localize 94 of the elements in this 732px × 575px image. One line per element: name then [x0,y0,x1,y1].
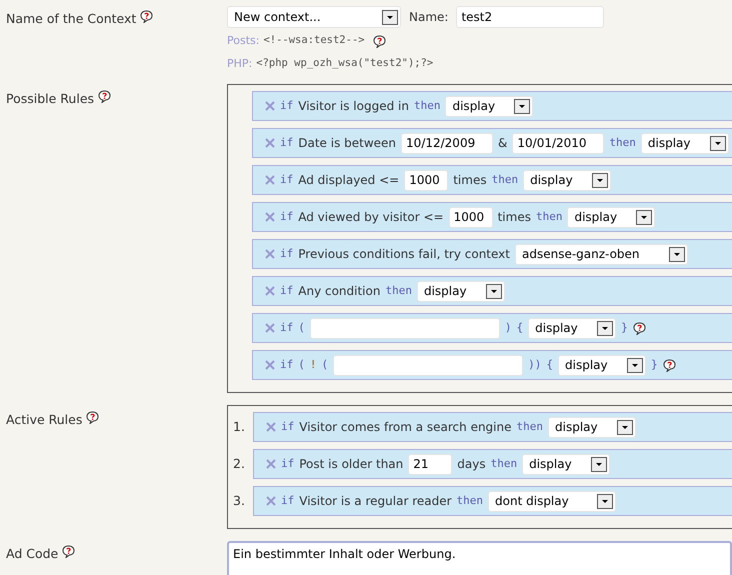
code-keyword: then [414,98,440,114]
rule-text: times [498,209,531,226]
code-snippet: <?php wp_ozh_wsa("test2");?> [256,56,434,71]
code-operator: ! [310,356,316,373]
code-keyword: then [609,134,636,151]
help-icon[interactable] [662,358,676,372]
input-field[interactable] [310,318,500,338]
code-keyword: ( [298,320,305,336]
code-keyword: if [280,134,294,151]
caret-icon[interactable] [636,210,652,224]
rule-number: 1. [232,418,246,436]
field-label: PHP: [227,56,252,72]
rule-text: Post is older than [299,456,404,473]
dropdown[interactable]: display [445,96,534,116]
dropdown[interactable]: display [567,206,656,228]
help-icon[interactable] [140,10,154,23]
code-keyword: ( [322,356,328,373]
field-label: Posts: [227,33,260,49]
dropdown[interactable]: display [528,318,616,338]
rule-text: Ad displayed <= [298,172,400,189]
code-keyword: } [621,320,628,336]
dropdown[interactable]: New context... [227,6,401,28]
code-keyword: then [385,282,412,299]
input-field[interactable]: 21 [408,454,452,474]
dropdown[interactable]: display [523,170,612,190]
caret-icon[interactable] [668,246,685,262]
help-icon[interactable] [62,545,76,558]
dropdown[interactable]: display [640,132,729,154]
field-label: Name: [409,9,448,26]
caret-icon[interactable] [597,320,614,336]
field-label: Name of the Context [6,10,136,28]
code-keyword: if [280,246,294,262]
caret-icon[interactable] [592,172,608,188]
input-field[interactable]: test2 [456,6,604,28]
code-keyword: if [280,208,294,225]
field-label: Ad Code [6,545,58,563]
code-keyword: then [516,418,543,435]
caret-icon[interactable] [627,358,643,372]
code-keyword: ( [298,356,305,373]
rule-text: Visitor is logged in [298,98,409,115]
help-icon[interactable] [86,411,100,424]
caret-icon[interactable] [617,420,633,434]
caret-icon[interactable] [514,98,530,114]
code-keyword: if [281,456,294,472]
text-area[interactable]: Ein bestimmter Inhalt oder Werbung. [227,541,732,575]
code-keyword: if [280,98,294,114]
input-field[interactable]: 10/12/2009 [401,132,494,154]
code-keyword: then [456,492,484,509]
help-icon[interactable] [372,34,386,48]
field-label: Possible Rules [6,90,94,108]
rule-number: 3. [232,492,246,510]
caret-icon[interactable] [597,494,614,508]
rule-text: & [498,135,508,152]
dropdown[interactable]: display [558,354,646,376]
code-keyword: } [651,356,658,373]
rule-text: times [453,172,487,189]
field-label: Active Rules [6,411,82,429]
dropdown[interactable]: display [522,454,610,474]
code-snippet: <!--wsa:test2--> [263,33,365,48]
rule-text: Visitor is a regular reader [299,493,452,510]
rule-text: Visitor comes from a search engine [299,419,512,436]
rule-text: Any condition [298,283,380,300]
help-icon[interactable] [98,90,112,103]
dropdown[interactable]: dont display [488,490,616,512]
code-keyword: { [516,320,524,336]
code-keyword: if [280,356,294,373]
dropdown[interactable]: display [548,416,636,438]
rule-text: days [457,456,486,473]
rule-text: Previous conditions fail, try context [298,246,510,263]
caret-icon[interactable] [591,456,608,472]
input-field[interactable] [333,354,524,376]
code-keyword: then [536,208,562,225]
rule-text: Ad viewed by visitor <= [298,209,444,226]
code-keyword: { [546,356,553,373]
dropdown[interactable]: display [416,280,505,302]
input-field[interactable]: 1000 [404,170,448,190]
code-keyword: ) [504,320,512,336]
code-keyword: then [490,456,518,472]
dropdown[interactable]: adsense-ganz-oben [514,244,688,264]
code-keyword: )) [528,356,542,373]
code-keyword: then [492,172,518,188]
help-icon[interactable] [632,322,646,334]
code-keyword: if [280,320,294,336]
caret-icon[interactable] [382,10,398,24]
rule-text: Date is between [298,135,396,152]
code-keyword: if [280,282,294,299]
code-keyword: if [281,492,294,509]
input-field[interactable]: 1000 [448,206,493,228]
caret-icon[interactable] [710,136,726,150]
code-keyword: if [281,418,294,435]
code-keyword: if [280,172,294,188]
input-field[interactable]: 10/01/2010 [512,132,604,154]
rule-number: 2. [232,454,246,473]
caret-icon[interactable] [486,284,502,298]
